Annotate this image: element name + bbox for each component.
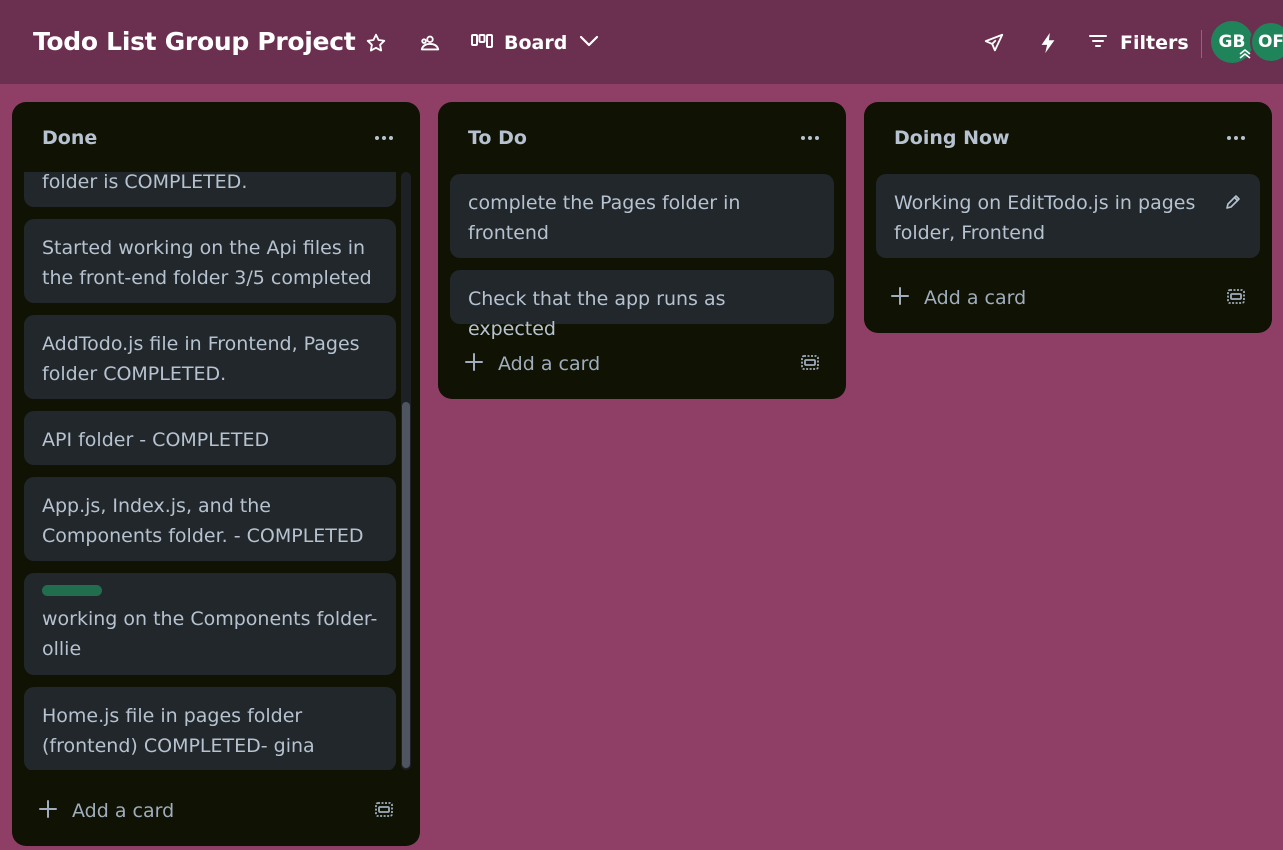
card[interactable]: Started working on the Api files in the …	[24, 219, 396, 303]
card[interactable]: Working on EditTodo.js in pages folder, …	[876, 174, 1260, 258]
plus-icon	[890, 286, 910, 311]
power-ups-icon[interactable]	[982, 31, 1006, 55]
add-card-label: Add a card	[72, 800, 175, 822]
board-title[interactable]: Todo List Group Project	[33, 27, 356, 56]
filters-label: Filters	[1120, 32, 1189, 54]
list-scrollbar-thumb[interactable]	[402, 402, 410, 768]
board-header: Todo List Group Project Board Filters GB…	[0, 0, 1283, 84]
card[interactable]: AddTodo.js file in Frontend, Pages folde…	[24, 315, 396, 399]
automation-icon[interactable]	[1036, 31, 1060, 55]
add-card-label: Add a card	[498, 353, 601, 375]
list-title-done[interactable]: Done	[42, 127, 97, 149]
star-icon[interactable]	[364, 31, 388, 55]
card-text: App.js, Index.js, and the Components fol…	[42, 495, 364, 547]
card[interactable]: App.js, Index.js, and the Components fol…	[24, 477, 396, 561]
list-title-to-do[interactable]: To Do	[468, 127, 527, 149]
filter-icon	[1088, 32, 1108, 55]
card[interactable]: Home.js file in pages folder (frontend) …	[24, 687, 396, 770]
card-label-green[interactable]	[42, 585, 102, 596]
card[interactable]: folder is COMPLETED.	[24, 172, 396, 207]
board-view-switcher[interactable]: Board	[470, 28, 601, 58]
chevron-down-icon	[577, 31, 601, 56]
list-menu-icon[interactable]	[368, 122, 400, 154]
list-title-doing-now[interactable]: Doing Now	[894, 127, 1010, 149]
add-card-button[interactable]: Add a card	[890, 280, 1026, 316]
board-view-label: Board	[504, 32, 568, 54]
plus-icon	[464, 352, 484, 377]
add-card-button[interactable]: Add a card	[464, 346, 600, 382]
create-from-template-icon[interactable]	[373, 799, 395, 821]
list-done-cards[interactable]: folder is COMPLETED. Started working on …	[24, 172, 396, 770]
card-text: Working on EditTodo.js in pages folder, …	[894, 192, 1196, 244]
card-text: Started working on the Api files in the …	[42, 237, 372, 289]
card[interactable]: API folder - COMPLETED	[24, 411, 396, 465]
admin-badge-icon	[1237, 47, 1253, 63]
create-from-template-icon[interactable]	[799, 352, 821, 374]
card[interactable]: complete the Pages folder in frontend	[450, 174, 834, 258]
card-text: AddTodo.js file in Frontend, Pages folde…	[42, 333, 360, 385]
list-menu-icon[interactable]	[794, 122, 826, 154]
add-card-button[interactable]: Add a card	[38, 793, 174, 829]
pencil-edit-icon[interactable]	[1224, 190, 1242, 209]
card[interactable]: working on the Components folder- ollie	[24, 573, 396, 675]
list-menu-icon[interactable]	[1220, 122, 1252, 154]
board-view-icon	[470, 31, 494, 56]
header-divider	[1201, 30, 1202, 58]
card[interactable]: Check that the app runs as expected	[450, 270, 834, 340]
filters-button[interactable]: Filters	[1088, 28, 1189, 58]
add-card-label: Add a card	[924, 287, 1027, 309]
card-text: folder is COMPLETED.	[42, 172, 248, 193]
card-text: Home.js file in pages folder (frontend) …	[42, 705, 315, 757]
member-avatar-of[interactable]: OF	[1250, 21, 1283, 63]
card-text: API folder - COMPLETED	[42, 429, 270, 451]
create-from-template-icon[interactable]	[1225, 286, 1247, 308]
plus-icon	[38, 799, 58, 824]
workspace-visibility-icon[interactable]	[418, 31, 442, 55]
card-text: working on the Components folder- ollie	[42, 608, 378, 660]
card-text: complete the Pages folder in frontend	[468, 192, 741, 244]
